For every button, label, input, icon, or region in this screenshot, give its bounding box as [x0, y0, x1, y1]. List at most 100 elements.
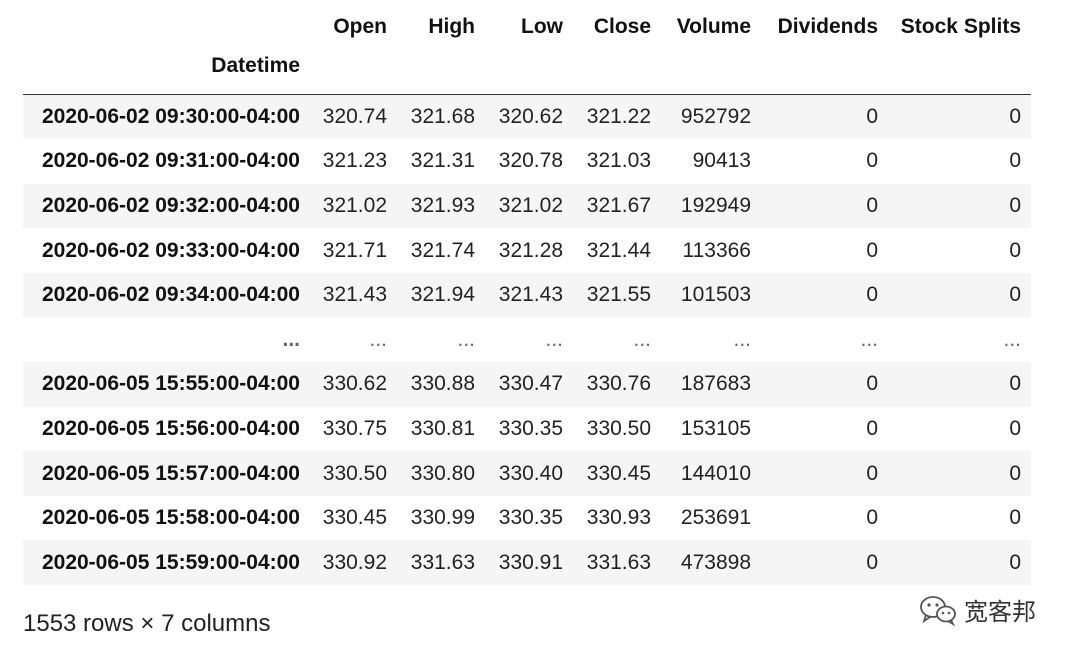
- row-index: 2020-06-05 15:57:00-04:00: [41, 461, 300, 485]
- column-header: Low: [521, 15, 563, 38]
- table-cell: 330.80: [410, 461, 475, 485]
- table-row: 2020-06-02 09:34:00-04:00 321.43 321.94 321…: [23, 272, 1031, 318]
- table-cell: 321.23: [322, 149, 387, 173]
- table-cell: 330.50: [322, 461, 387, 485]
- dataframe-table: Open High Low Close Volume Dividends Sto…: [23, 0, 1031, 586]
- table-cell: 0: [866, 193, 878, 217]
- table-cell: 0: [866, 506, 878, 530]
- table-cell: 321.22: [586, 105, 651, 129]
- row-index: 2020-06-05 15:56:00-04:00: [41, 416, 300, 440]
- table-cell: 330.76: [586, 372, 651, 396]
- index-name: Datetime: [23, 52, 310, 95]
- table-cell: 321.02: [498, 193, 563, 217]
- table-row: 2020-06-05 15:58:00-04:00 330.45 330.99 330…: [23, 495, 1031, 541]
- table-cell: 192949: [680, 193, 751, 217]
- table-cell: 321.43: [498, 283, 563, 307]
- table-cell: 0: [866, 149, 878, 173]
- index-name-row: Datetime: [23, 52, 1031, 95]
- table-cell: 320.62: [498, 105, 563, 129]
- row-index: 2020-06-02 09:31:00-04:00: [41, 149, 300, 173]
- table-cell: 0: [866, 372, 878, 396]
- row-index: 2020-06-05 15:59:00-04:00: [41, 550, 300, 574]
- column-header: High: [428, 15, 475, 38]
- table-cell: 0: [1009, 550, 1021, 574]
- watermark-text: 宽客邦: [964, 599, 1036, 626]
- table-cell: ...: [733, 327, 751, 351]
- table-cell: 321.94: [410, 283, 475, 307]
- table-cell: 330.50: [586, 416, 651, 440]
- table-cell: 330.35: [498, 416, 563, 440]
- table-cell: 253691: [680, 506, 751, 530]
- table-cell: 321.03: [586, 149, 651, 173]
- table-cell: 0: [1009, 283, 1021, 307]
- column-header: Volume: [676, 15, 751, 38]
- table-cell: 321.93: [410, 193, 475, 217]
- row-index: 2020-06-05 15:58:00-04:00: [41, 506, 300, 530]
- dataframe-body: 2020-06-02 09:30:00-04:00 320.74 321.68 320…: [23, 94, 1031, 586]
- table-row: 2020-06-05 15:59:00-04:00 330.92 331.63 330…: [23, 540, 1031, 586]
- table-cell: 330.99: [410, 506, 475, 530]
- table-cell: 0: [866, 461, 878, 485]
- column-header: Open: [333, 15, 387, 38]
- table-row: 2020-06-05 15:55:00-04:00 330.62 330.88 330…: [23, 362, 1031, 407]
- table-cell: 320.78: [498, 149, 563, 173]
- table-cell: 0: [866, 238, 878, 262]
- table-cell: 321.28: [498, 238, 563, 262]
- row-index: ...: [282, 327, 300, 351]
- table-cell: 330.62: [322, 372, 387, 396]
- table-cell: ...: [369, 327, 387, 351]
- table-cell: 0: [1009, 105, 1021, 129]
- table-cell: 187683: [680, 372, 751, 396]
- table-cell: 321.67: [586, 193, 651, 217]
- table-cell: 321.68: [410, 105, 475, 129]
- table-cell: 0: [1009, 238, 1021, 262]
- table-cell: 331.63: [410, 550, 475, 574]
- table-cell: 330.40: [498, 461, 563, 485]
- table-cell: 320.74: [322, 105, 387, 129]
- row-index: 2020-06-02 09:32:00-04:00: [41, 193, 300, 217]
- row-index: 2020-06-02 09:34:00-04:00: [41, 283, 300, 307]
- table-row: 2020-06-02 09:32:00-04:00 321.02 321.93 321…: [23, 183, 1031, 229]
- row-index: 2020-06-02 09:30:00-04:00: [41, 105, 300, 129]
- table-cell: 330.75: [322, 416, 387, 440]
- wechat-icon: [918, 594, 958, 626]
- column-header: Close: [593, 15, 651, 38]
- column-header: Dividends: [777, 15, 878, 38]
- table-cell: 331.63: [586, 550, 651, 574]
- dataframe-shape-text: 1553 rows × 7 columns: [23, 610, 271, 637]
- table-cell: 330.91: [498, 550, 563, 574]
- table-cell: 321.02: [322, 193, 387, 217]
- table-cell: 321.71: [322, 238, 387, 262]
- table-cell: 321.31: [410, 149, 475, 173]
- table-row: 2020-06-05 15:57:00-04:00 330.50 330.80 330…: [23, 451, 1031, 496]
- table-cell: 952792: [680, 105, 751, 129]
- table-cell: ...: [1003, 327, 1021, 351]
- table-cell: 321.44: [586, 238, 651, 262]
- table-cell: 0: [866, 105, 878, 129]
- table-cell: 0: [866, 416, 878, 440]
- table-cell: 144010: [680, 461, 751, 485]
- table-cell: 0: [1009, 461, 1021, 485]
- table-cell: 321.43: [322, 283, 387, 307]
- table-cell: 90413: [692, 149, 751, 173]
- dataframe-output: Open High Low Close Volume Dividends Sto…: [23, 0, 1031, 586]
- table-cell: ...: [457, 327, 475, 351]
- table-cell: 113366: [682, 238, 751, 262]
- row-index: 2020-06-05 15:55:00-04:00: [41, 372, 300, 396]
- table-cell: 0: [1009, 149, 1021, 173]
- table-cell: 0: [1009, 416, 1021, 440]
- table-cell: ...: [633, 327, 651, 351]
- row-index: 2020-06-02 09:33:00-04:00: [41, 238, 300, 262]
- table-row: 2020-06-02 09:31:00-04:00 321.23 321.31 320…: [23, 139, 1031, 184]
- watermark: 宽客邦: [918, 592, 1036, 627]
- index-corner: [23, 0, 310, 52]
- table-cell: 0: [1009, 372, 1021, 396]
- table-cell: 473898: [680, 550, 751, 574]
- table-cell: 330.88: [410, 372, 475, 396]
- ellipsis-row: ........................: [23, 317, 1031, 363]
- table-cell: ...: [545, 327, 563, 351]
- table-cell: 330.93: [586, 506, 651, 530]
- table-cell: 0: [1009, 506, 1021, 530]
- column-header-row: Open High Low Close Volume Dividends Sto…: [23, 0, 1031, 52]
- table-cell: 330.35: [498, 506, 563, 530]
